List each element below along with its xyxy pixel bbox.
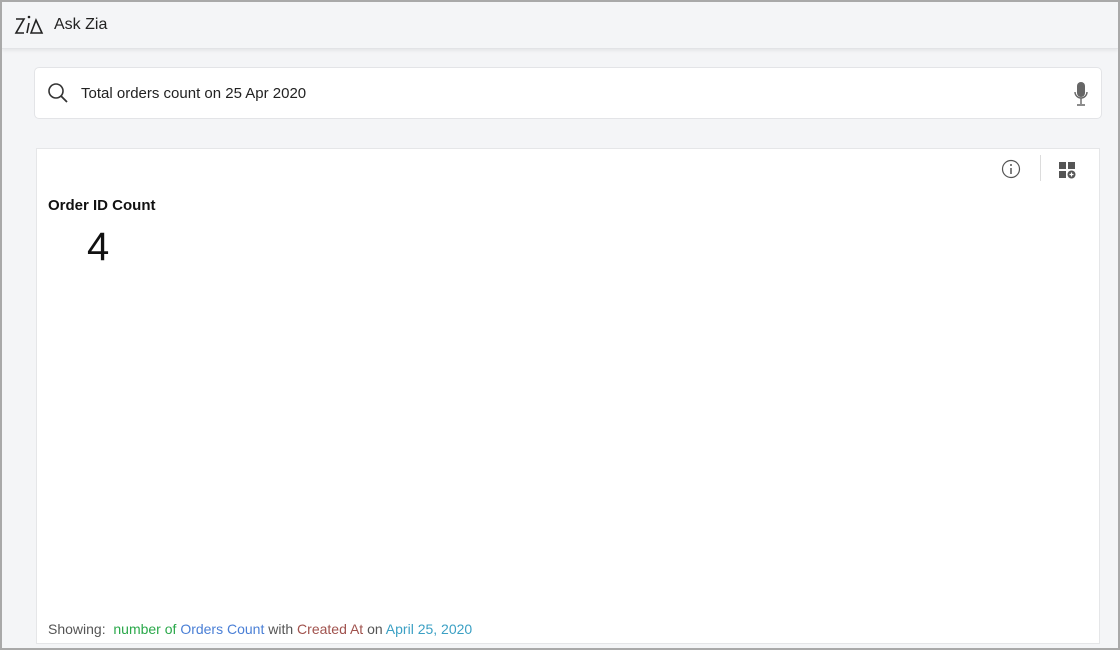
add-to-dashboard-icon[interactable] xyxy=(1058,161,1076,179)
metric-value: 4 xyxy=(87,225,110,269)
divider xyxy=(1040,155,1041,181)
ask-zia-window: Ask Zia Total orders count on 25 Apr 202… xyxy=(2,2,1118,648)
search-input[interactable]: Total orders count on 25 Apr 2020 xyxy=(81,85,306,102)
info-icon[interactable] xyxy=(1001,159,1021,179)
metric-label: Order ID Count xyxy=(48,197,156,214)
microphone-icon[interactable] xyxy=(1073,81,1089,107)
showing-prefix: Showing: xyxy=(48,621,106,637)
search-icon xyxy=(48,83,68,103)
zia-logo-icon xyxy=(14,15,44,34)
dimension-text: Created At xyxy=(297,621,364,637)
measure-text: Orders Count xyxy=(180,621,265,637)
showing-description: Showing: number of Orders Count with Cre… xyxy=(48,621,472,637)
aggregation-text: number of xyxy=(113,621,177,637)
date-text: April 25, 2020 xyxy=(385,621,473,637)
search-bar[interactable]: Total orders count on 25 Apr 2020 xyxy=(34,67,1102,119)
header: Ask Zia xyxy=(2,2,1118,49)
on-text: on xyxy=(367,621,383,637)
result-card: Order ID Count 4 Showing: number of Orde… xyxy=(36,148,1100,644)
with-text: with xyxy=(268,621,294,637)
app-title: Ask Zia xyxy=(54,16,108,33)
